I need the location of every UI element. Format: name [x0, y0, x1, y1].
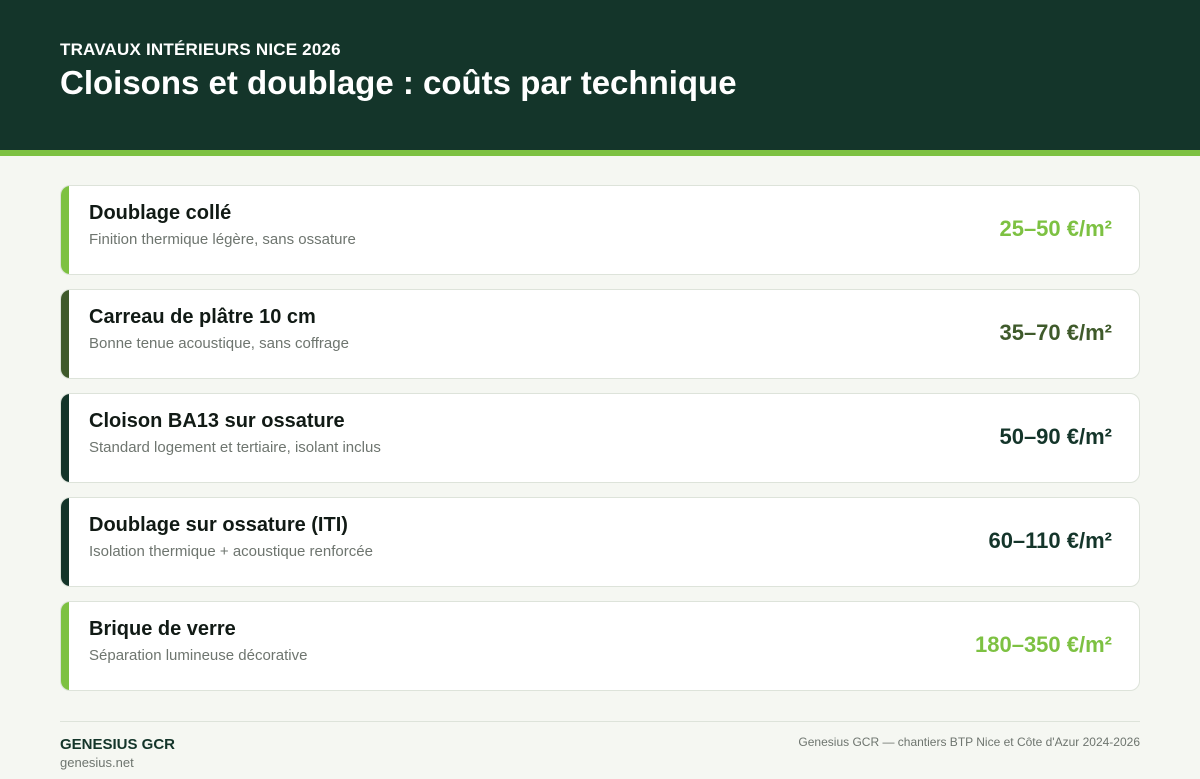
card-subtitle: Bonne tenue acoustique, sans coffrage	[89, 335, 349, 352]
technique-card: Brique de verre Séparation lumineuse déc…	[60, 601, 1140, 691]
footer-credit: Genesius GCR — chantiers BTP Nice et Côt…	[798, 735, 1140, 749]
card-title: Brique de verre	[89, 618, 236, 640]
header-kicker: TRAVAUX INTÉRIEURS NICE 2026	[60, 40, 341, 59]
footer-divider	[60, 721, 1140, 722]
card-subtitle: Finition thermique légère, sans ossature	[89, 231, 356, 248]
card-subtitle: Standard logement et tertiaire, isolant …	[89, 439, 381, 456]
technique-card: Carreau de plâtre 10 cm Bonne tenue acou…	[60, 289, 1140, 379]
card-subtitle: Séparation lumineuse décorative	[89, 647, 308, 664]
card-title: Doublage collé	[89, 202, 232, 224]
card-color-bar	[61, 498, 69, 586]
card-color-bar	[61, 290, 69, 378]
page-title: Cloisons et doublage : coûts par techniq…	[60, 64, 737, 101]
card-price: 50–90 €/m²	[999, 424, 1112, 449]
card-title: Cloison BA13 sur ossature	[89, 410, 345, 432]
card-subtitle: Isolation thermique + acoustique renforc…	[89, 543, 373, 560]
header-banner: TRAVAUX INTÉRIEURS NICE 2026 Cloisons et…	[0, 0, 1200, 150]
technique-card: Doublage sur ossature (ITI) Isolation th…	[60, 497, 1140, 587]
card-title: Carreau de plâtre 10 cm	[89, 306, 316, 328]
card-price: 60–110 €/m²	[988, 528, 1112, 553]
card-color-bar	[61, 186, 69, 274]
technique-card: Doublage collé Finition thermique légère…	[60, 185, 1140, 275]
card-title: Doublage sur ossature (ITI)	[89, 514, 348, 536]
card-price: 25–50 €/m²	[999, 216, 1112, 241]
card-price: 35–70 €/m²	[999, 320, 1112, 345]
header-accent-stripe	[0, 150, 1200, 156]
footer-brand: GENESIUS GCR	[60, 736, 176, 753]
card-price: 180–350 €/m²	[975, 632, 1112, 657]
card-color-bar	[61, 394, 69, 482]
footer-site: genesius.net	[60, 755, 134, 770]
card-color-bar	[61, 602, 69, 690]
technique-card: Cloison BA13 sur ossature Standard logem…	[60, 393, 1140, 483]
technique-list: Doublage collé Finition thermique légère…	[60, 185, 1140, 705]
